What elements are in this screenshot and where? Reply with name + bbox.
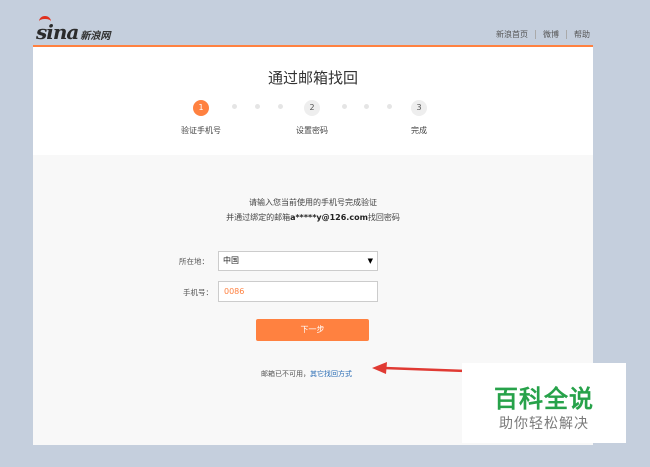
phone-label: 手机号： [183, 288, 213, 297]
step-3-label: 完成 [411, 126, 427, 135]
alt-recovery-text: 邮箱已不可用， [261, 370, 310, 378]
sina-logo[interactable]: sina 新浪网 [36, 16, 111, 44]
top-link-help[interactable]: 帮助 [574, 29, 590, 40]
page-title: 通过邮箱找回 [267, 69, 358, 87]
annotation-arrow-icon [372, 362, 467, 374]
intro-line-1: 请输入您当前使用的手机号完成验证 [249, 198, 377, 207]
next-button[interactable]: 下一步 [256, 319, 369, 341]
watermark-subtitle: 助你轻松解决 [499, 416, 589, 432]
bound-email: a*****y@126.com [290, 213, 368, 222]
dropdown-caret-icon: ▼ [367, 257, 373, 265]
intro-prefix: 并通过绑定的邮箱 [226, 213, 291, 222]
intro-suffix: 找回密码 [367, 213, 400, 222]
step-progress-dot [278, 104, 283, 109]
divider [535, 30, 536, 39]
phone-input[interactable] [218, 281, 378, 302]
top-link-sina-home[interactable]: 新浪首页 [496, 29, 528, 40]
step-1-number: 1 [193, 100, 209, 116]
step-progress-dot [364, 104, 369, 109]
other-recovery-link[interactable]: 其它找回方式 [310, 370, 352, 378]
step-3-number: 3 [411, 100, 427, 116]
step-progress-dot [342, 104, 347, 109]
step-2-label: 设置密码 [296, 126, 328, 135]
logo-eye-icon [39, 16, 51, 27]
intro-line-2: 并通过绑定的邮箱a*****y@126.com找回密码 [33, 212, 593, 223]
card-header: 通过邮箱找回 1 2 3 验证手机号 设置密码 完成 [33, 47, 593, 155]
step-1-label: 验证手机号 [181, 126, 221, 135]
step-progress-dot [232, 104, 237, 109]
top-nav: 新浪首页 微博 帮助 [496, 29, 590, 40]
step-progress-dot [255, 104, 260, 109]
watermark: 百科全说 助你轻松解决 [462, 363, 626, 443]
logo-subtext: 新浪网 [80, 31, 111, 42]
region-value: 中国 [223, 256, 239, 265]
region-label: 所在地： [179, 257, 209, 266]
divider [566, 30, 567, 39]
step-2-number: 2 [304, 100, 320, 116]
region-select[interactable]: 中国 ▼ [218, 251, 378, 271]
alt-recovery-line: 邮箱已不可用，其它找回方式 [261, 369, 352, 379]
step-progress-dot [387, 104, 392, 109]
watermark-title: 百科全说 [494, 385, 594, 413]
top-link-weibo[interactable]: 微博 [543, 29, 559, 40]
